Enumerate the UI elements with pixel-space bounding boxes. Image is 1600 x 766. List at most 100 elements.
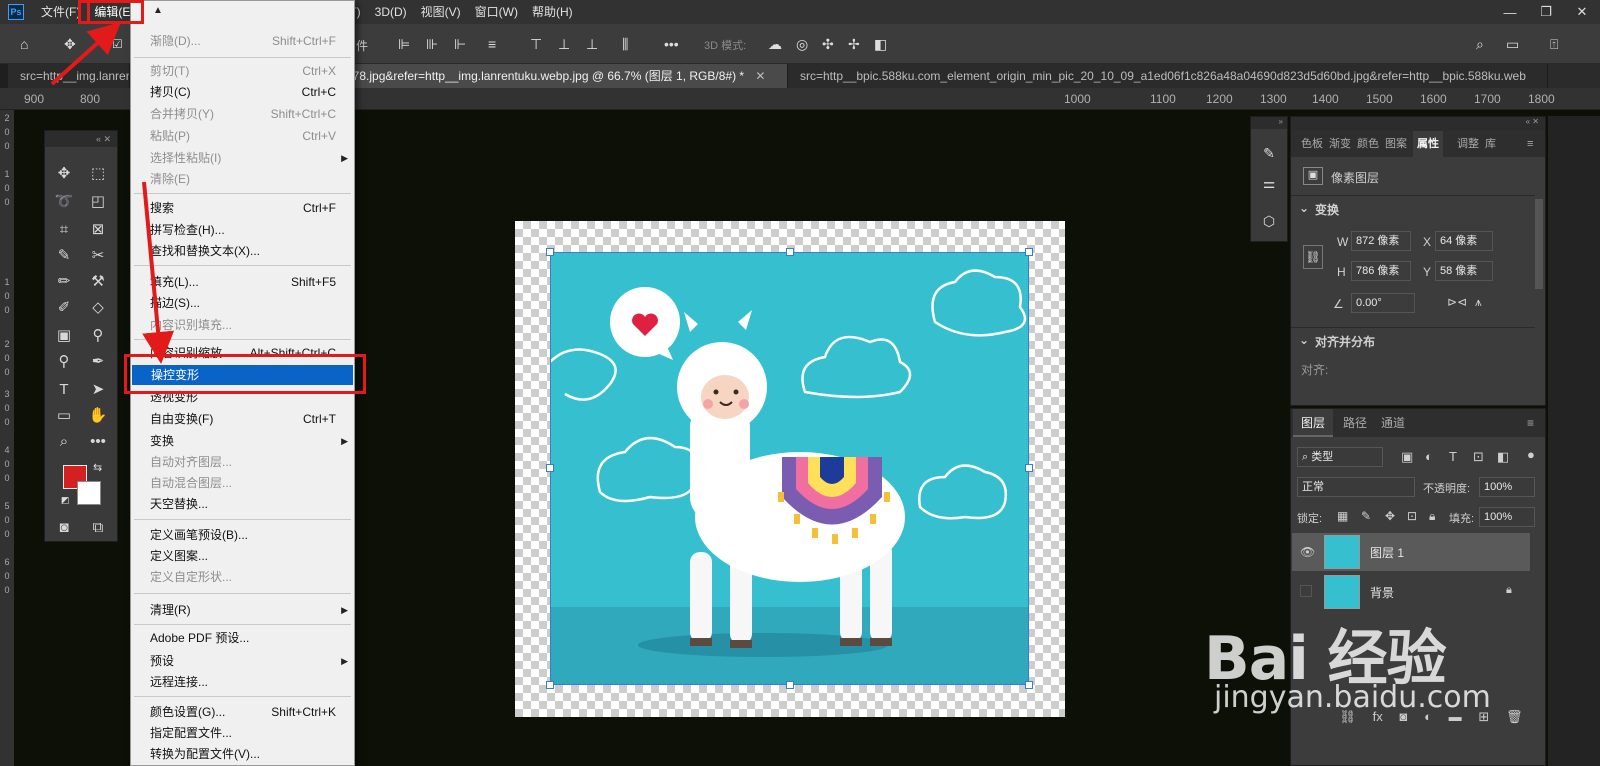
toolbox-header[interactable]: « ✕ [45,131,117,147]
brush-tool-icon[interactable]: ✏ [49,269,79,293]
3d-orbit-icon[interactable]: ☁ [768,34,782,54]
menu-item-paste[interactable]: 粘贴(P) Ctrl+V [131,126,354,146]
brush-settings-icon[interactable]: ✎ [1257,141,1281,165]
tab-swatches[interactable]: 色板 [1301,131,1323,157]
lock-transparent-icon[interactable]: ▦ [1337,509,1348,523]
transform-handle[interactable] [546,464,554,472]
menu-item-auto-blend[interactable]: 自动混合图层... [131,473,354,493]
align-center-icon[interactable]: ⊪ [426,34,438,54]
menu-item-copy-merged[interactable]: 合并拷贝(Y) Shift+Ctrl+C [131,104,354,124]
panel-menu-icon[interactable]: ≡ [1527,131,1533,157]
lock-artboard-icon[interactable]: ⊡ [1407,509,1417,523]
restore-button[interactable]: ❐ [1528,0,1564,24]
type-tool-icon[interactable]: T [49,377,79,401]
clone-stamp-icon[interactable]: ⚒ [83,269,113,293]
workspace-icon[interactable]: ▭ [1506,34,1519,54]
align-right-icon[interactable]: ⊩ [454,34,466,54]
distribute-icon[interactable]: ≡ [488,34,496,54]
lock-position-icon[interactable]: ✥ [1385,509,1395,523]
tab-libraries[interactable]: 库 [1485,131,1496,157]
menu-help[interactable]: 帮助(H) [525,0,580,24]
3d-scale-icon[interactable]: ◧ [874,34,887,54]
tab-gradients[interactable]: 渐变 [1329,131,1351,157]
filter-type-icon[interactable]: T [1449,449,1457,464]
minimize-button[interactable]: — [1492,0,1528,24]
move-tool-icon[interactable]: ✥ [64,34,76,54]
menu-scroll-up-icon[interactable]: ▲ [153,5,163,16]
menu-item-fill[interactable]: 填充(L)... Shift+F5 [131,272,354,292]
eyedropper-icon[interactable]: ✎ [49,243,79,267]
adjustments-icon[interactable]: ⚌ [1257,171,1281,195]
layer-filter-select[interactable]: ⌕ 类型 [1297,447,1383,467]
more-tools-icon[interactable]: ••• [83,429,113,453]
menu-item-fade[interactable]: 渐隐(D)... Shift+Ctrl+F [131,31,354,51]
pen-tool-icon[interactable]: ✒ [83,349,113,373]
layer-row[interactable]: 背景 🔒︎ [1292,573,1530,611]
menu-window[interactable]: 窗口(W) [468,0,525,24]
menu-item-find-replace[interactable]: 查找和替换文本(X)... [131,241,354,261]
filter-smart-object-icon[interactable]: ◧ [1497,449,1509,465]
menu-item-clear[interactable]: 清除(E) [131,169,354,189]
menu-item-auto-align[interactable]: 自动对齐图层... [131,452,354,472]
transform-handle[interactable] [1025,248,1033,256]
flip-horizontal-icon[interactable]: ⊳⊲ [1447,295,1467,309]
height-field[interactable]: 786 像素 [1351,261,1411,281]
lasso-tool-icon[interactable]: ➰ [49,189,79,213]
menu-item-purge[interactable]: 清理(R) ▶ [131,600,354,620]
menu-item-free-transform[interactable]: 自由变换(F) Ctrl+T [131,409,354,429]
tab-channels[interactable]: 通道 [1373,409,1413,437]
transform-handle[interactable] [546,248,554,256]
layer-name[interactable]: 图层 1 [1370,544,1404,561]
object-select-icon[interactable]: ◰ [83,189,113,213]
layers-menu-icon[interactable]: ≡ [1519,409,1542,437]
transform-handle[interactable] [1025,681,1033,689]
blur-tool-icon[interactable]: ⚲ [83,323,113,347]
transform-collapse-icon[interactable]: ⌄ [1299,201,1309,215]
eye-icon[interactable]: 👁︎ [1300,545,1315,559]
menu-item-search[interactable]: 搜索 Ctrl+F [131,198,354,218]
move-tool-icon[interactable]: ✥ [49,161,79,185]
align-collapse-icon[interactable]: ⌄ [1299,333,1309,347]
menu-item-pdf-presets[interactable]: Adobe PDF 预设... [131,628,354,648]
tab-patterns[interactable]: 图案 [1385,131,1407,157]
tab-layers[interactable]: 图层 [1293,409,1334,437]
align-bottom-icon[interactable]: ⊥ [586,34,598,54]
menu-item-spell-check[interactable]: 拼写检查(H)... [131,220,354,240]
quick-mask-icon[interactable]: ◙ [49,515,79,539]
transform-handle[interactable] [1025,464,1033,472]
menu-item-stroke[interactable]: 描边(S)... [131,293,354,313]
menu-item-define-brush[interactable]: 定义画笔预设(B)... [131,525,354,545]
props-scrollbar[interactable] [1535,199,1543,289]
menu-3d[interactable]: 3D(D) [368,0,414,24]
align-left-icon[interactable]: ⊫ [398,34,410,54]
tab-color[interactable]: 颜色 [1357,131,1379,157]
blend-mode-select[interactable]: 正常 [1297,477,1415,497]
y-field[interactable]: 58 像素 [1435,261,1493,281]
tab-properties[interactable]: 属性 [1413,131,1443,157]
menu-item-paste-special[interactable]: 选择性粘贴(I) ▶ [131,148,354,168]
close-button[interactable]: ✕ [1564,0,1600,24]
default-colors-icon[interactable]: ◩ [61,495,70,506]
share-icon[interactable]: ⍐ [1550,34,1558,54]
angle-field[interactable]: 0.00° [1351,293,1415,313]
path-select-icon[interactable]: ➤ [83,377,113,401]
lock-all-icon[interactable]: 🔒︎ [1429,509,1435,524]
eraser-icon[interactable]: ◇ [83,295,113,319]
marquee-tool-icon[interactable]: ⬚ [83,161,113,185]
hand-tool-icon[interactable]: ✋ [83,403,113,427]
close-tab-icon[interactable]: ✕ [755,69,765,83]
tab-paths[interactable]: 路径 [1335,409,1375,437]
auto-select-checkbox[interactable]: ☑ [112,34,123,54]
visibility-toggle[interactable] [1300,585,1312,597]
lock-pixels-icon[interactable]: ✎ [1361,509,1371,523]
home-icon[interactable]: ⌂ [20,34,28,54]
transform-handle[interactable] [786,681,794,689]
menu-item-content-aware-fill[interactable]: 内容识别填充... [131,315,354,335]
tab-doc-3[interactable]: src=http__bpic.588ku.com_element_origin_… [788,64,1548,88]
filter-shape-icon[interactable]: ⊡ [1473,449,1484,465]
search-icon[interactable]: ⌕ [1476,34,1484,54]
menu-item-transform[interactable]: 变换 ▶ [131,431,354,451]
layer-row[interactable]: 👁︎ 图层 1 [1292,533,1530,571]
link-dimensions-icon[interactable]: ⛓ [1303,245,1323,269]
flip-vertical-icon[interactable]: ⩚ [1475,295,1482,310]
